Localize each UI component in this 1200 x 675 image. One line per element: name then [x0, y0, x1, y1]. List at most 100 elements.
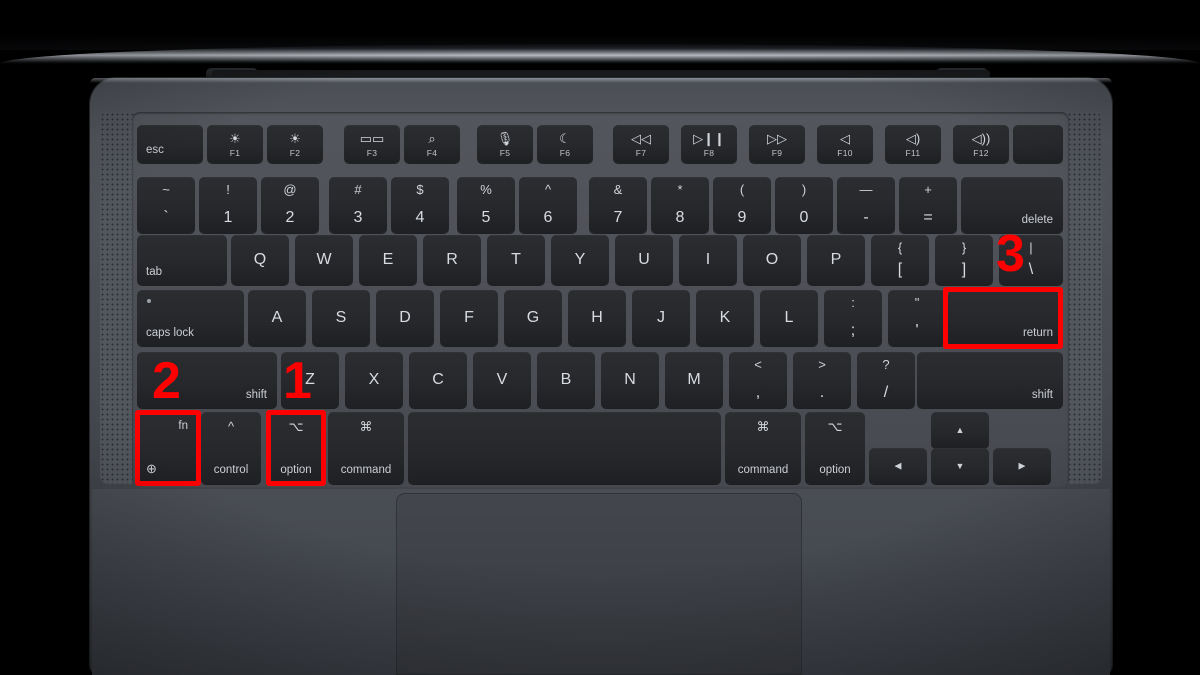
key-backtick[interactable]: ~ ` — [137, 177, 195, 233]
key-f1[interactable]: ☀ F1 — [207, 125, 263, 163]
fn-number-label: F2 — [289, 148, 301, 158]
key-label: U — [638, 251, 650, 268]
key-shift-right[interactable]: shift — [917, 352, 1063, 408]
key-one[interactable]: ! 1 — [199, 177, 257, 233]
key-semicolon[interactable]: :; — [824, 290, 882, 346]
key-touchid[interactable] — [1013, 125, 1063, 163]
key-five[interactable]: % 5 — [457, 177, 515, 233]
key-equal[interactable]: + = — [899, 177, 957, 233]
key-label: delete — [1021, 214, 1053, 226]
key-backslash[interactable]: | \ — [999, 235, 1063, 285]
key-label: = — [923, 209, 933, 226]
key-d[interactable]: D — [376, 290, 434, 346]
key-quote[interactable]: " ' — [888, 290, 946, 346]
key-u[interactable]: U — [615, 235, 673, 285]
fn-label: fn — [178, 420, 188, 432]
key-nine[interactable]: (9 — [713, 177, 771, 233]
key-capslock[interactable]: caps lock — [137, 290, 244, 346]
key-f6[interactable]: ☾ F6 — [537, 125, 593, 163]
key-shift-left[interactable]: shift — [137, 352, 277, 408]
key-r[interactable]: R — [423, 235, 481, 285]
key-f10[interactable]: ◁ F10 — [817, 125, 873, 163]
key-option-right[interactable]: ⌥ option — [805, 412, 865, 484]
key-k[interactable]: K — [696, 290, 754, 346]
key-y[interactable]: Y — [551, 235, 609, 285]
key-arrow-down[interactable]: ▼ — [931, 448, 989, 484]
key-x[interactable]: X — [345, 352, 403, 408]
key-three[interactable]: #3 — [329, 177, 387, 233]
key-z[interactable]: Z — [281, 352, 339, 408]
key-shift-label: $ — [416, 182, 424, 197]
key-j[interactable]: J — [632, 290, 690, 346]
key-arrow-right[interactable]: ▶ — [993, 448, 1051, 484]
key-zero[interactable]: ) 0 — [775, 177, 833, 233]
key-f12[interactable]: ◁)) F12 — [953, 125, 1009, 163]
key-comma[interactable]: <, — [729, 352, 787, 408]
key-label: - — [863, 209, 869, 226]
key-command-right[interactable]: ⌘ command — [725, 412, 801, 484]
key-f9[interactable]: ▷▷ F9 — [749, 125, 805, 163]
key-m[interactable]: M — [665, 352, 723, 408]
key-fn[interactable]: fn ⊕ — [137, 412, 197, 484]
key-f[interactable]: F — [440, 290, 498, 346]
key-q[interactable]: Q — [231, 235, 289, 285]
key-p[interactable]: P — [807, 235, 865, 285]
key-e[interactable]: E — [359, 235, 417, 285]
key-seven[interactable]: & 7 — [589, 177, 647, 233]
key-return[interactable]: return — [948, 290, 1063, 346]
key-f8[interactable]: ▷❙❙ F8 — [681, 125, 737, 163]
key-period[interactable]: >. — [793, 352, 851, 408]
key-i[interactable]: I — [679, 235, 737, 285]
key-v[interactable]: V — [473, 352, 531, 408]
key-arrow-left[interactable]: ◀ — [869, 448, 927, 484]
key-l[interactable]: L — [760, 290, 818, 346]
key-label: tab — [146, 266, 162, 278]
key-o[interactable]: O — [743, 235, 801, 285]
key-f7[interactable]: ◁◁ F7 — [613, 125, 669, 163]
key-h[interactable]: H — [568, 290, 626, 346]
key-f11[interactable]: ◁) F11 — [885, 125, 941, 163]
key-label: shift — [1031, 389, 1053, 401]
key-shift-label: @ — [283, 182, 297, 197]
modifier-symbol: ⌥ — [288, 419, 304, 434]
key-arrow-up[interactable]: ▲ — [931, 412, 989, 448]
key-f4[interactable]: ⌕ F4 — [404, 125, 460, 163]
key-slash[interactable]: ? / — [857, 352, 915, 408]
key-shift-label: : — [851, 295, 855, 310]
key-shift-label: ! — [226, 182, 230, 197]
key-four[interactable]: $4 — [391, 177, 449, 233]
screenshot-stage: esc ☀ F1 ☀ F2 ▭▭ F3 ⌕ F4 🎙 F5 ☾ F6 ◁◁ F7 ▷❙❙ F8 ▷▷ F9 ◁ F10 ◁… — [0, 0, 1200, 675]
key-option-left[interactable]: ⌥ option — [268, 412, 324, 484]
key-space[interactable] — [408, 412, 721, 484]
fn-number-label: F1 — [229, 148, 241, 158]
key-f3[interactable]: ▭▭ F3 — [344, 125, 400, 163]
key-shift-label: * — [677, 182, 683, 197]
key-command-left[interactable]: ⌘ command — [328, 412, 404, 484]
key-w[interactable]: W — [295, 235, 353, 285]
key-bracket-right[interactable]: }] — [935, 235, 993, 285]
key-eight[interactable]: * 8 — [651, 177, 709, 233]
key-label: N — [624, 371, 636, 388]
key-s[interactable]: S — [312, 290, 370, 346]
key-b[interactable]: B — [537, 352, 595, 408]
key-control-left[interactable]: ^ control — [201, 412, 261, 484]
key-label: V — [496, 371, 508, 388]
key-minus[interactable]: — - — [837, 177, 895, 233]
trackpad[interactable] — [396, 493, 802, 675]
key-a[interactable]: A — [248, 290, 306, 346]
key-g[interactable]: G — [504, 290, 562, 346]
key-c[interactable]: C — [409, 352, 467, 408]
key-f5[interactable]: 🎙 F5 — [477, 125, 533, 163]
key-t[interactable]: T — [487, 235, 545, 285]
key-six[interactable]: ^ 6 — [519, 177, 577, 233]
key-tab[interactable]: tab — [137, 235, 227, 285]
key-two[interactable]: @2 — [261, 177, 319, 233]
key-n[interactable]: N — [601, 352, 659, 408]
key-f2[interactable]: ☀ F2 — [267, 125, 323, 163]
globe-icon: ⊕ — [146, 461, 157, 476]
key-shift-label: ? — [882, 357, 890, 372]
modifier-symbol: ^ — [227, 419, 235, 434]
key-bracket-left[interactable]: {[ — [871, 235, 929, 285]
key-delete[interactable]: delete — [961, 177, 1063, 233]
key-esc[interactable]: esc — [137, 125, 203, 163]
